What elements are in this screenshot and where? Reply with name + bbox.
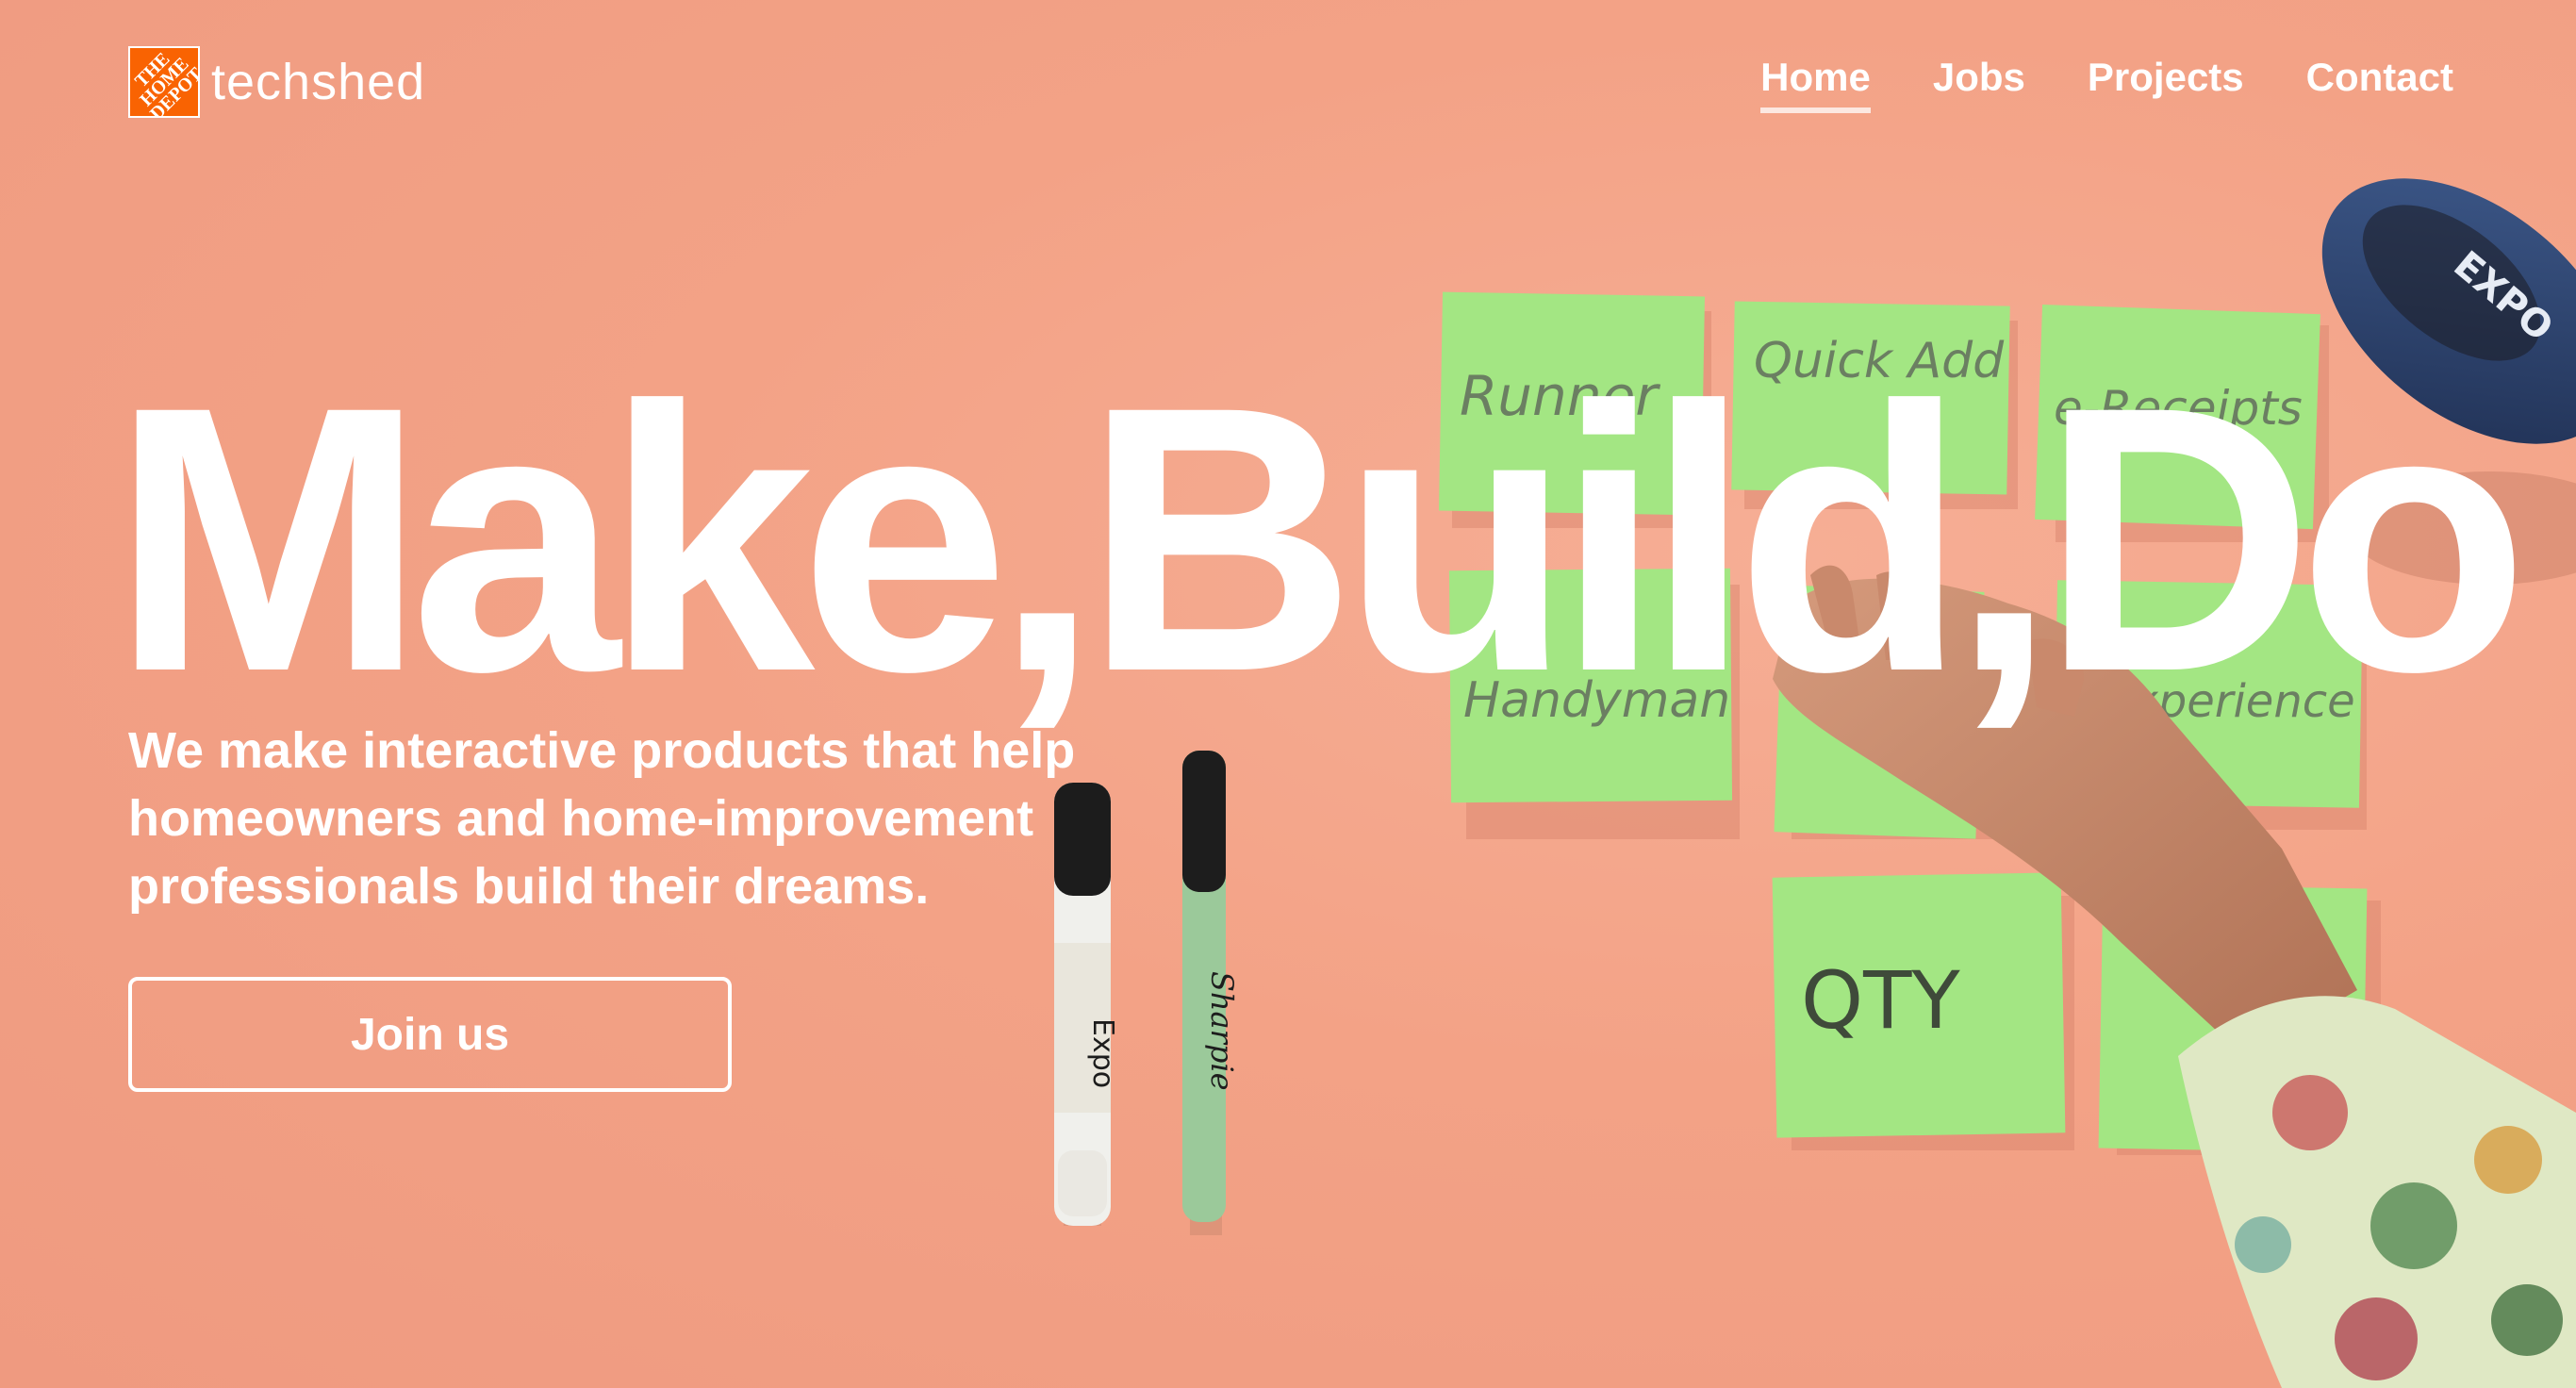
expo-marker-label: Expo (1086, 1018, 1119, 1088)
nav-item-home[interactable]: Home (1760, 55, 1871, 113)
brand-name: techshed (211, 54, 426, 110)
nav-item-projects[interactable]: Projects (2088, 55, 2244, 113)
hero-headline: Make,Build,Do (111, 328, 2529, 750)
sharpie-marker: Sharpie (1182, 751, 1240, 1235)
logo-mark-text: THE HOME DEPOT (130, 48, 200, 118)
brand-logo-link[interactable]: THE HOME DEPOT techshed (128, 45, 425, 119)
nav-item-contact[interactable]: Contact (2306, 55, 2453, 113)
hero-subhead: We make interactive products that help h… (128, 722, 1076, 915)
hero-section: Runner Quick Add e-Receipts Handyman Exp… (0, 0, 2576, 1388)
floral-sleeve (2178, 996, 2576, 1388)
home-depot-logo-icon: THE HOME DEPOT (128, 46, 200, 118)
sticky-note-qty: QTY (1772, 872, 2074, 1150)
join-us-button[interactable]: Join us (128, 977, 732, 1092)
sticky-note-qty-text: QTY (1801, 954, 1960, 1047)
main-nav: Home Jobs Projects Contact (1760, 55, 2453, 113)
nav-item-jobs[interactable]: Jobs (1933, 55, 2025, 113)
site-header: THE HOME DEPOT techshed Home Jobs Projec… (0, 0, 2576, 170)
sharpie-marker-label: Sharpie (1204, 971, 1240, 1091)
